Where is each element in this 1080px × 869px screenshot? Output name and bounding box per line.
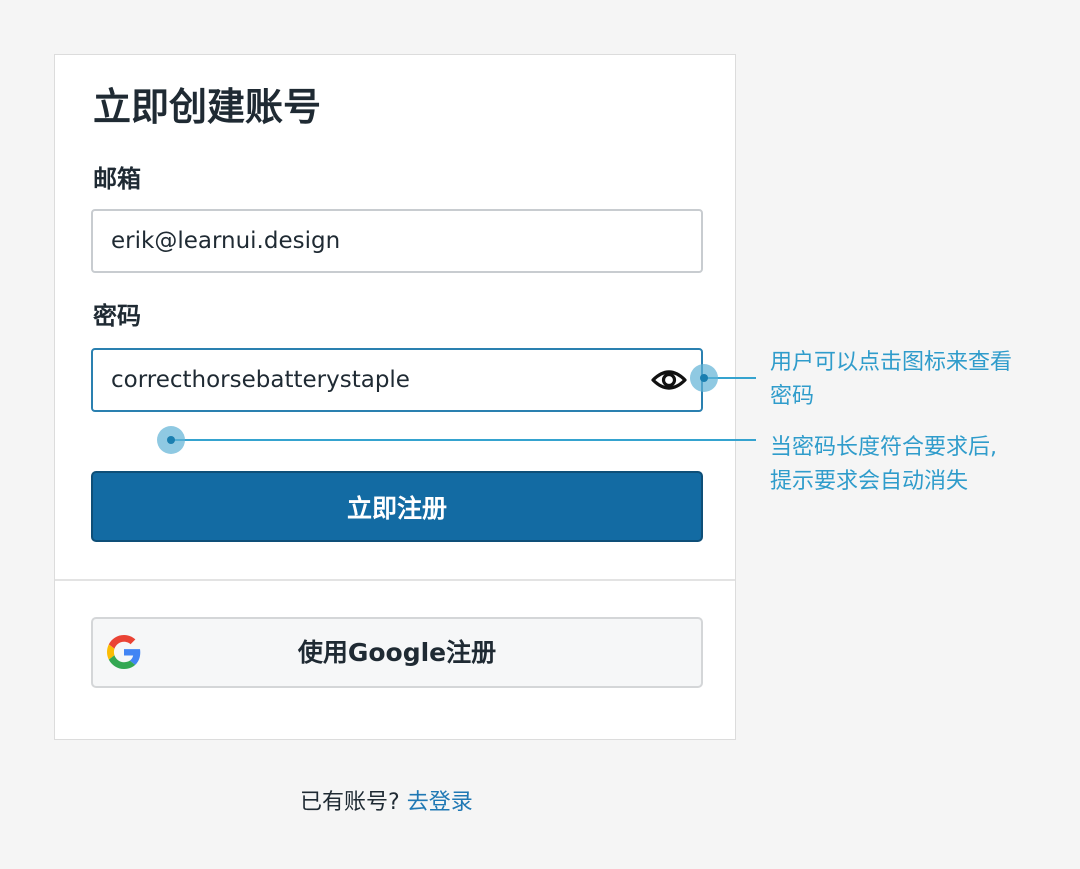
requirements-annotation: 当密码长度符合要求后, 提示要求会自动消失 — [770, 431, 997, 499]
password-input[interactable] — [91, 348, 703, 412]
signup-button[interactable]: 立即注册 — [91, 471, 703, 542]
eye-annotation-line2: 密码 — [770, 384, 815, 409]
page-title: 立即创建账号 — [93, 85, 322, 129]
login-prompt: 已有账号? 去登录 — [300, 788, 473, 818]
divider — [55, 579, 735, 581]
login-prompt-text: 已有账号? — [300, 790, 400, 815]
eye-annotation-marker — [690, 364, 718, 392]
requirements-annotation-marker — [157, 426, 185, 454]
email-input[interactable] — [91, 209, 703, 273]
signup-card: 立即创建账号 邮箱 密码 立即注册 使用Google注册 — [54, 54, 736, 740]
requirements-annotation-line2: 提示要求会自动消失 — [770, 469, 969, 494]
requirements-annotation-line — [172, 439, 756, 441]
eye-icon — [651, 370, 687, 390]
requirements-annotation-line1: 当密码长度符合要求后, — [770, 435, 997, 460]
google-signup-button[interactable]: 使用Google注册 — [91, 617, 703, 688]
login-link[interactable]: 去登录 — [407, 790, 473, 815]
show-password-toggle[interactable] — [651, 364, 687, 396]
eye-annotation: 用户可以点击图标来查看 密码 — [770, 346, 1012, 414]
eye-annotation-line1: 用户可以点击图标来查看 — [770, 350, 1013, 375]
password-label: 密码 — [93, 302, 141, 330]
google-signup-label: 使用Google注册 — [297, 638, 497, 667]
email-label: 邮箱 — [93, 165, 141, 193]
